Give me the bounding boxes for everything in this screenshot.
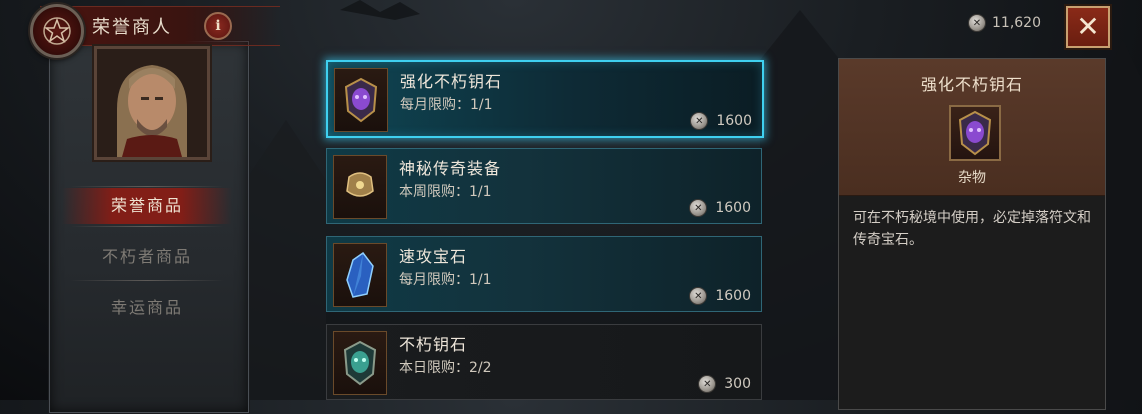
merchant-emblem: [30, 4, 84, 58]
key-stone-icon: [344, 77, 378, 123]
item-icon-frame: [334, 68, 388, 132]
item-price: ✕ 1600: [689, 287, 751, 305]
currency-value: 11,620: [992, 15, 1041, 31]
page-title: 荣誉商人: [92, 17, 172, 38]
merchant-portrait: [94, 46, 210, 160]
price-value: 300: [724, 376, 751, 392]
menu-item-lucky-goods[interactable]: 幸运商品: [62, 290, 232, 326]
gem-icon: [346, 251, 374, 298]
detail-description: 可在不朽秘境中使用，必定掉落符文和传奇宝石。: [853, 210, 1091, 248]
item-icon-frame: [333, 331, 387, 395]
key-stone-icon: [958, 110, 992, 156]
item-limit: 本日限购：2/2: [399, 360, 492, 376]
menu-divider: [70, 280, 224, 281]
honor-coin-icon: ✕: [698, 375, 717, 393]
star-icon: [43, 17, 71, 45]
detail-header: 强化不朽钥石 杂物: [839, 59, 1105, 196]
info-button[interactable]: i: [204, 12, 232, 40]
menu-divider: [70, 186, 224, 187]
close-button[interactable]: ✕: [1066, 6, 1110, 48]
armor-icon: [346, 172, 374, 197]
price-value: 1600: [716, 113, 752, 129]
honor-coin-icon: ✕: [689, 287, 708, 305]
shop-item[interactable]: 强化不朽钥石 每月限购：1/1 ✕ 1600: [326, 60, 764, 138]
menu-divider: [70, 226, 224, 227]
price-value: 1600: [715, 288, 751, 304]
menu-item-honor-goods[interactable]: 荣誉商品: [62, 188, 232, 224]
detail-category: 杂物: [958, 170, 986, 186]
honor-coin-icon: ✕: [690, 112, 709, 130]
detail-title: 强化不朽钥石: [920, 75, 1023, 94]
item-limit: 每月限购：1/1: [399, 272, 492, 288]
shop-item[interactable]: 速攻宝石 每月限购：1/1 ✕ 1600: [326, 236, 762, 312]
item-detail-panel: 强化不朽钥石 杂物 可在不朽秘境中使用，必定掉落符文和传奇宝石。: [838, 58, 1106, 410]
item-name: 神秘传奇装备: [399, 159, 502, 178]
price-value: 1600: [715, 200, 751, 216]
key-stone-icon: [343, 340, 377, 386]
detail-icon-frame: [949, 105, 1001, 161]
item-price: ✕ 1600: [690, 112, 752, 130]
honor-coin-icon: ✕: [968, 14, 986, 32]
item-icon-frame: [333, 243, 387, 307]
item-name: 速攻宝石: [399, 247, 468, 266]
avatar: [97, 49, 207, 157]
item-name: 强化不朽钥石: [400, 72, 503, 91]
item-name: 不朽钥石: [399, 335, 468, 354]
shop-item[interactable]: 不朽钥石 本日限购：2/2 ✕ 300: [326, 324, 762, 400]
item-icon-frame: [333, 155, 387, 219]
menu-item-immortal-goods[interactable]: 不朽者商品: [62, 239, 232, 275]
item-limit: 每月限购：1/1: [400, 97, 493, 113]
currency-display: ✕ 11,620: [968, 14, 1041, 32]
item-price: ✕ 300: [698, 375, 751, 393]
honor-coin-icon: ✕: [689, 199, 708, 217]
item-price: ✕ 1600: [689, 199, 751, 217]
shop-item[interactable]: 神秘传奇装备 本周限购：1/1 ✕ 1600: [326, 148, 762, 224]
item-limit: 本周限购：1/1: [399, 184, 492, 200]
